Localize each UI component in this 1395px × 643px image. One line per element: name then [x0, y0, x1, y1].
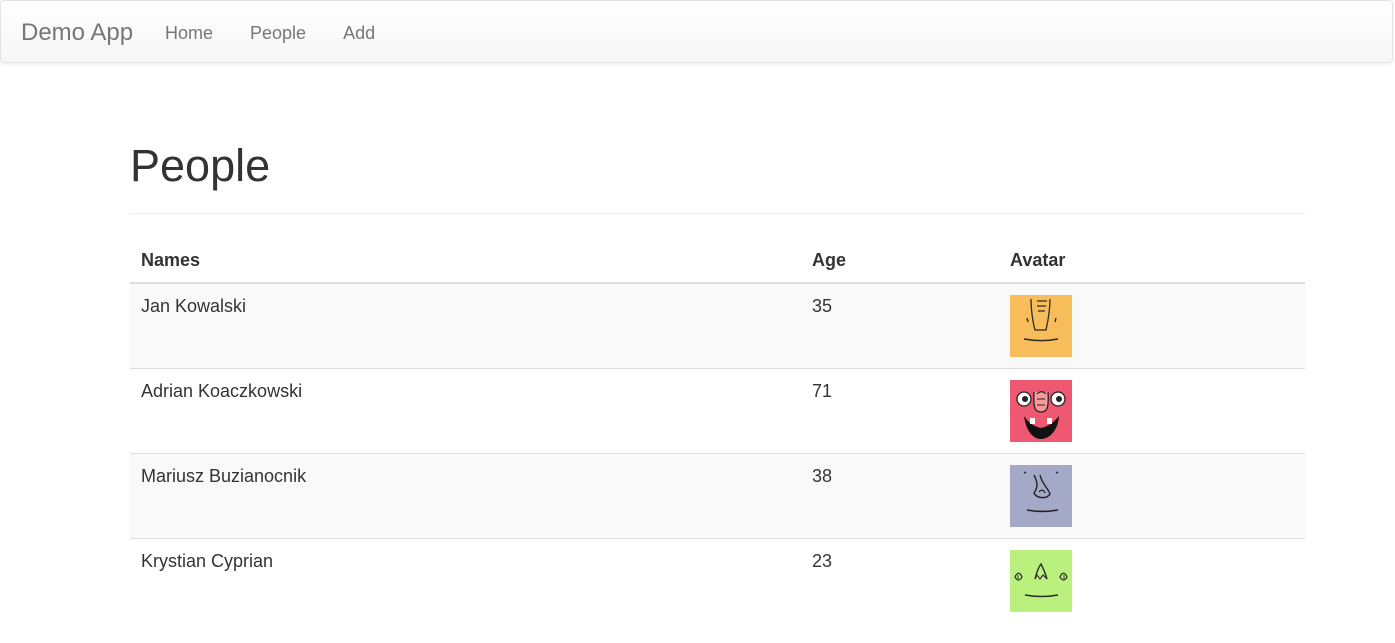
person-name-cell: Krystian Cyprian [130, 538, 801, 623]
red-face-avatar-icon [1010, 380, 1072, 442]
avatar-background [1010, 295, 1072, 357]
person-age-cell: 23 [801, 538, 999, 623]
people-table: Names Age Avatar Jan Kowalski 35 Adrian … [130, 239, 1305, 623]
table-body: Jan Kowalski 35 Adrian Koaczkowski 71 Ma… [130, 282, 1305, 623]
table-header-row: Names Age Avatar [130, 239, 1305, 284]
person-age-cell: 38 [801, 453, 999, 539]
person-age-cell: 35 [801, 282, 999, 369]
person-avatar-cell [999, 282, 1305, 369]
person-name-cell: Mariusz Buzianocnik [130, 453, 801, 539]
table-row: Adrian Koaczkowski 71 [130, 368, 1305, 454]
avatar-background [1010, 550, 1072, 612]
green-face-avatar-icon [1010, 550, 1072, 612]
orange-face-avatar-icon [1010, 295, 1072, 357]
nav-add-link[interactable]: Add [324, 21, 393, 45]
tooth-right [1047, 418, 1052, 424]
person-avatar-cell [999, 368, 1305, 454]
right-pupil [1056, 396, 1062, 402]
avatar-column-header: Avatar [999, 239, 1305, 284]
person-age-cell: 71 [801, 368, 999, 454]
tooth-left [1030, 418, 1035, 424]
page-header: People [130, 136, 1305, 214]
nose-shape [1033, 391, 1049, 413]
person-name-cell: Jan Kowalski [130, 282, 801, 369]
person-avatar-cell [999, 538, 1305, 623]
navbar: Demo App Home People Add [0, 0, 1393, 63]
table-head: Names Age Avatar [130, 239, 1305, 284]
nav-links: Home People Add [146, 1, 393, 64]
nav-home-link[interactable]: Home [146, 21, 231, 45]
names-column-header: Names [130, 239, 801, 284]
person-avatar-cell [999, 453, 1305, 539]
page-title: People [130, 140, 271, 191]
lavender-face-avatar-icon [1010, 465, 1072, 527]
table-row: Mariusz Buzianocnik 38 [130, 453, 1305, 539]
avatar-background [1010, 465, 1072, 527]
age-column-header: Age [801, 239, 999, 284]
table-row: Krystian Cyprian 23 [130, 538, 1305, 623]
person-name-cell: Adrian Koaczkowski [130, 368, 801, 454]
brand-link[interactable]: Demo App [21, 19, 133, 47]
left-pupil [1022, 396, 1028, 402]
table-row: Jan Kowalski 35 [130, 282, 1305, 369]
nav-people-link[interactable]: People [231, 21, 324, 45]
